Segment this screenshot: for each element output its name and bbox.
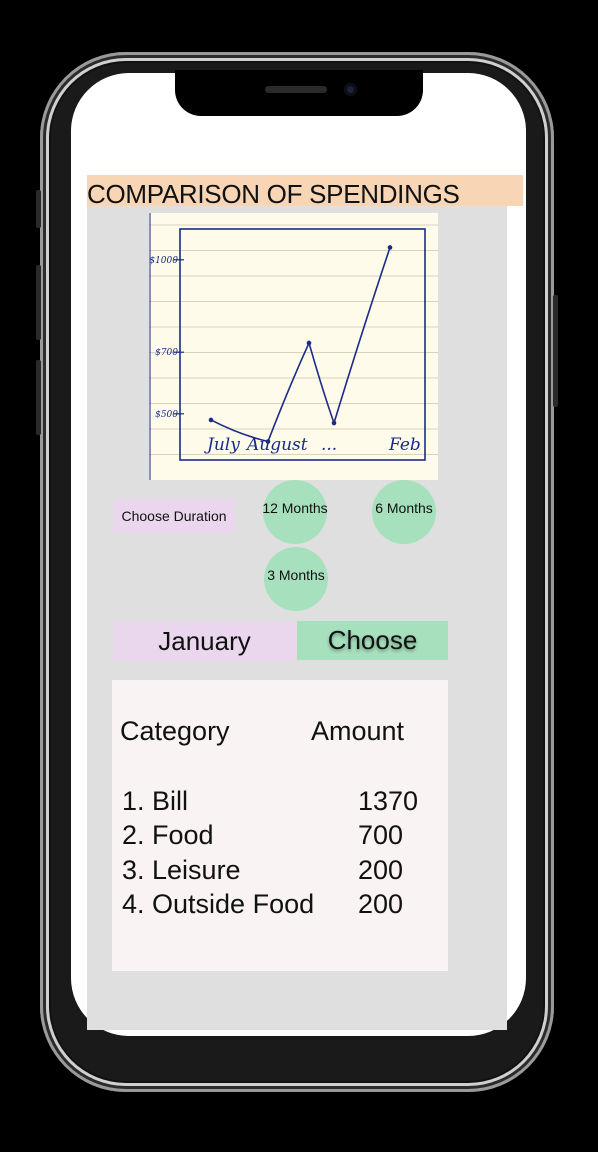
data-point: [331, 420, 337, 426]
choose-button[interactable]: Choose: [297, 621, 448, 660]
page-title: COMPARISON OF SPENDINGS: [87, 179, 460, 209]
table-row-name: 1. Bill: [122, 786, 189, 816]
duration-option-label: 3 Months: [267, 567, 325, 583]
table-row-name: 4. Outside Food: [122, 889, 315, 919]
table-header-category: Category: [120, 716, 230, 746]
table-row-name: 2. Food: [122, 820, 214, 850]
spending-table: Category Amount 1. Bill 1370 2. Food 700…: [112, 680, 448, 971]
x-tick-label: ...: [321, 435, 337, 455]
table-row-amount: 200: [358, 855, 404, 885]
data-point: [208, 417, 214, 423]
x-tick-label: Feb: [388, 435, 421, 455]
notch: [175, 70, 423, 116]
table-header-amount: Amount: [311, 716, 405, 746]
y-tick-label: $700: [155, 348, 178, 358]
plot-frame: [179, 228, 426, 461]
duration-option-label: 12 Months: [262, 500, 328, 516]
speaker-grille: [265, 86, 327, 93]
duration-6-months-button[interactable]: 6 Months: [372, 480, 436, 544]
choose-duration-label: Choose Duration: [113, 499, 235, 533]
x-tick-label: July: [204, 435, 240, 455]
volume-up-button: [36, 265, 41, 340]
table-row-amount: 700: [358, 820, 404, 850]
spending-chart: $1000 $700 $500 July August... Feb: [149, 213, 438, 480]
duration-12-months-button[interactable]: 12 Months: [262, 480, 328, 544]
volume-down-button: [36, 360, 41, 435]
table-row-amount: 200: [358, 889, 404, 919]
duration-option-label: 6 Months: [375, 500, 433, 516]
mute-switch: [36, 190, 41, 228]
y-tick-label: $1000: [149, 256, 178, 266]
x-tick-label: August: [245, 435, 308, 455]
camera-icon: [344, 83, 357, 96]
data-point: [306, 340, 312, 346]
y-tick-label: $500: [155, 410, 178, 420]
title-bar: COMPARISON OF SPENDINGS: [87, 175, 523, 209]
data-point: [387, 245, 393, 250]
series-line: [210, 246, 391, 443]
power-button: [553, 295, 558, 407]
table-row-name: 3. Leisure: [122, 855, 241, 885]
chart-svg: $1000 $700 $500 July August... Feb: [149, 213, 438, 480]
duration-3-months-button[interactable]: 3 Months: [264, 547, 328, 611]
month-field[interactable]: January: [113, 621, 296, 661]
table-row-amount: 1370: [358, 786, 419, 816]
